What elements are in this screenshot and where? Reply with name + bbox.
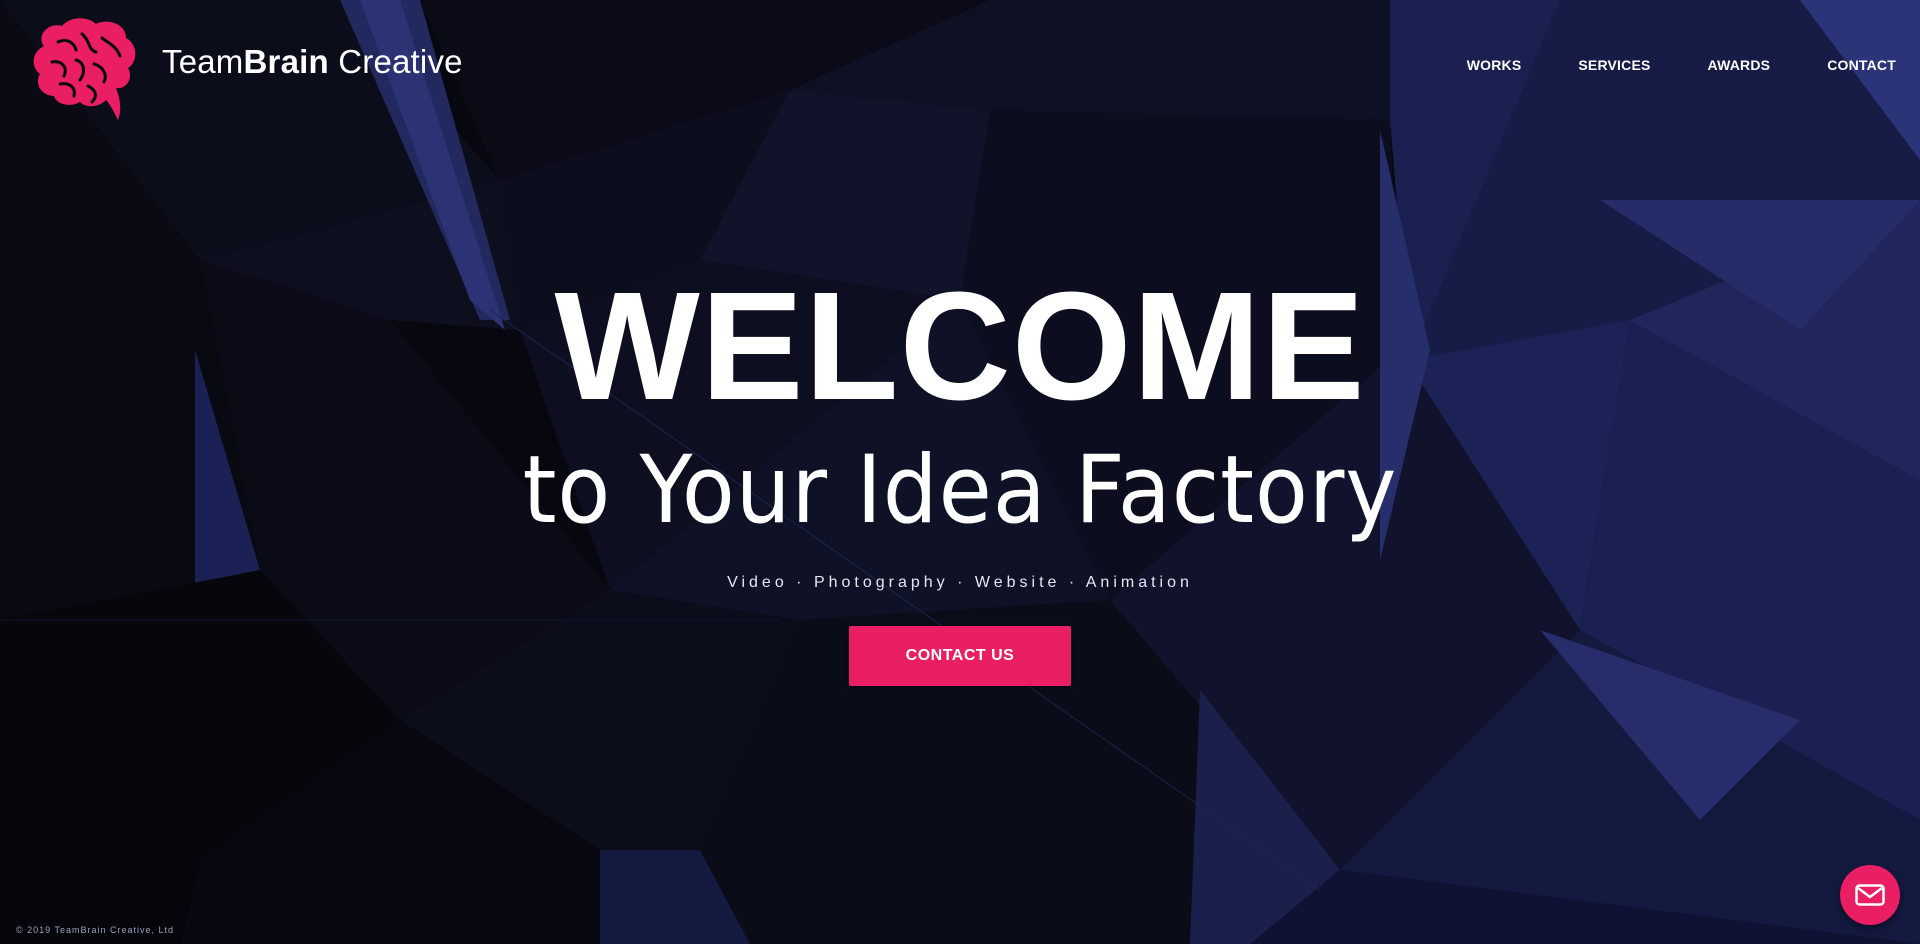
page: TeamBrain Creative WORKS SERVICES AWARDS… [0,0,1920,944]
logo-text-brain: Brain [243,43,329,80]
nav-item-works[interactable]: WORKS [1467,57,1522,73]
nav-item-awards[interactable]: AWARDS [1708,57,1771,73]
mail-icon [1855,884,1885,906]
contact-us-button[interactable]: CONTACT US [849,626,1071,686]
brain-icon [33,18,136,120]
site-logo[interactable]: TeamBrain Creative [30,16,463,122]
copyright-text: © 2019 TeamBrain Creative, Ltd [16,925,175,935]
hero-subtitle: to Your Idea Factory [522,436,1398,545]
logo-text-team: Team [162,43,244,80]
nav-item-contact[interactable]: CONTACT [1827,57,1896,73]
main-nav: WORKS SERVICES AWARDS CONTACT [1410,57,1896,73]
logo-text: TeamBrain Creative [162,43,463,81]
logo-text-creative: Creative [328,43,463,80]
mail-fab-button[interactable] [1840,865,1900,925]
nav-item-services[interactable]: SERVICES [1578,57,1650,73]
hero-title: WELCOME [554,260,1366,432]
hero-tagline: Video · Photography · Website · Animatio… [727,574,1193,591]
